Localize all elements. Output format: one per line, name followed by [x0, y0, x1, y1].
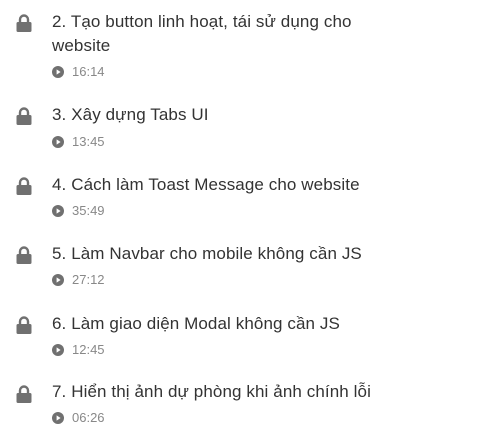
lesson-item[interactable]: 6. Làm giao diện Modal không cần JS 12:4…	[0, 301, 478, 370]
lesson-title: 5. Làm Navbar cho mobile không cần JS	[52, 244, 362, 263]
lesson-duration: 06:26	[72, 410, 105, 425]
lesson-meta: 12:45	[52, 342, 105, 358]
lesson-item[interactable]: 7. Hiển thị ảnh dự phòng khi ảnh chính l…	[0, 370, 478, 436]
play-circle-icon	[52, 344, 64, 356]
play-circle-icon	[52, 136, 64, 148]
play-circle-icon	[52, 205, 64, 217]
lesson-title: 2. Tạo button linh hoạt, tái sử dụng cho…	[52, 10, 452, 58]
lock-icon	[16, 14, 32, 32]
lesson-title: 6. Làm giao diện Modal không cần JS	[52, 314, 340, 333]
lesson-meta: 35:49	[52, 203, 105, 219]
lesson-item[interactable]: 3. Xây dựng Tabs UI 13:45	[0, 92, 478, 162]
lesson-title: 3. Xây dựng Tabs UI	[52, 105, 209, 124]
lesson-list: 2. Tạo button linh hoạt, tái sử dụng cho…	[0, 0, 478, 436]
lock-icon	[16, 107, 32, 125]
lesson-title: 4. Cách làm Toast Message cho website	[52, 175, 360, 194]
lesson-duration: 16:14	[72, 64, 105, 79]
lesson-meta: 27:12	[52, 272, 105, 288]
lesson-meta: 13:45	[52, 134, 105, 150]
lesson-item[interactable]: 2. Tạo button linh hoạt, tái sử dụng cho…	[0, 0, 478, 92]
lesson-duration: 12:45	[72, 342, 105, 357]
lesson-duration: 27:12	[72, 272, 105, 287]
lock-icon	[16, 385, 32, 403]
lesson-duration: 13:45	[72, 134, 105, 149]
play-circle-icon	[52, 274, 64, 286]
lesson-meta: 06:26	[52, 410, 105, 426]
lesson-title-line: 2. Tạo button linh hoạt, tái sử dụng cho	[52, 12, 352, 31]
lock-icon	[16, 316, 32, 334]
lesson-meta: 16:14	[52, 64, 105, 80]
lesson-duration: 35:49	[72, 203, 105, 218]
lesson-item[interactable]: 5. Làm Navbar cho mobile không cần JS 27…	[0, 231, 478, 301]
lock-icon	[16, 177, 32, 195]
lesson-title-line: website	[52, 36, 111, 55]
play-circle-icon	[52, 66, 64, 78]
lesson-item[interactable]: 4. Cách làm Toast Message cho website 35…	[0, 162, 478, 231]
lock-icon	[16, 246, 32, 264]
lesson-title: 7. Hiển thị ảnh dự phòng khi ảnh chính l…	[52, 382, 371, 401]
play-circle-icon	[52, 412, 64, 424]
